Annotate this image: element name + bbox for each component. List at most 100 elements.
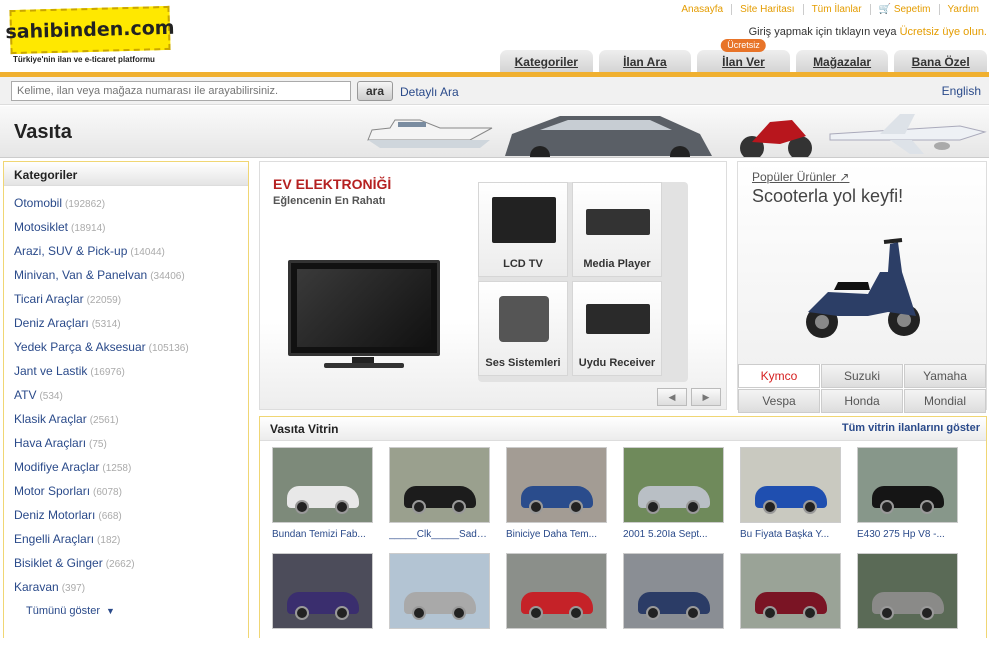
category-item[interactable]: Engelli Araçları (182) bbox=[4, 527, 248, 551]
listing-thumbnail[interactable] bbox=[623, 447, 724, 523]
showcase-item[interactable] bbox=[389, 553, 490, 655]
showcase-all-link[interactable]: Tüm vitrin ilanlarını göster bbox=[842, 422, 980, 434]
listing-thumbnail[interactable] bbox=[506, 447, 607, 523]
category-item[interactable]: Klasik Araçlar (2561) bbox=[4, 407, 248, 431]
category-item[interactable]: Ticari Araçlar (22059) bbox=[4, 287, 248, 311]
category-item[interactable]: Bisiklet & Ginger (2662) bbox=[4, 551, 248, 575]
link-sitemap[interactable]: Site Haritası bbox=[731, 4, 802, 15]
external-link-icon: ↗ bbox=[839, 170, 850, 184]
category-item[interactable]: Motor Sporları (6078) bbox=[4, 479, 248, 503]
listing-thumbnail[interactable] bbox=[740, 447, 841, 523]
listing-thumbnail[interactable] bbox=[389, 553, 490, 629]
category-label: Modifiye Araçlar bbox=[14, 460, 100, 474]
tab-categories[interactable]: Kategoriler bbox=[500, 50, 593, 72]
wheel bbox=[412, 606, 426, 620]
showcase-item[interactable]: Bu Fiyata Başka Y... bbox=[740, 447, 841, 549]
category-item[interactable]: Motosiklet (18914) bbox=[4, 215, 248, 239]
tab-my-page[interactable]: Bana Özel bbox=[894, 50, 987, 72]
link-all-listings[interactable]: Tüm İlanlar bbox=[802, 4, 870, 15]
listing-caption[interactable] bbox=[740, 635, 841, 655]
brand-kymco[interactable]: Kymco bbox=[738, 364, 820, 388]
prev-arrow-icon[interactable]: ◀ bbox=[657, 388, 687, 406]
showcase-item[interactable] bbox=[857, 553, 958, 655]
tab-search-listing[interactable]: İlan Ara bbox=[598, 50, 692, 72]
cell-lcd-tv[interactable]: LCD TV bbox=[478, 182, 568, 277]
category-item[interactable]: Karavan (397) bbox=[4, 575, 248, 599]
category-item[interactable]: Otomobil (192862) bbox=[4, 191, 248, 215]
wheel bbox=[646, 500, 660, 514]
showcase-item[interactable] bbox=[506, 553, 607, 655]
wheel bbox=[295, 606, 309, 620]
login-link[interactable]: Giriş yapmak için tıklayın veya bbox=[749, 26, 897, 38]
listing-caption[interactable]: Bu Fiyata Başka Y... bbox=[740, 529, 841, 549]
promo-carousel[interactable]: EV ELEKTRONİĞİ Eğlencenin En Rahatı LCD … bbox=[259, 161, 727, 410]
search-button[interactable]: ara bbox=[357, 81, 393, 101]
listing-caption[interactable]: _____Clk_____Sade... bbox=[389, 529, 490, 549]
brand-mondial[interactable]: Mondial bbox=[904, 389, 986, 413]
link-home[interactable]: Anasayfa bbox=[673, 4, 731, 15]
listing-caption[interactable]: Bundan Temizi Fab... bbox=[272, 529, 373, 549]
listing-caption[interactable]: Biniciye Daha Tem... bbox=[506, 529, 607, 549]
showcase-item[interactable]: 2001 5.20İa Sept... bbox=[623, 447, 724, 549]
showcase-item[interactable]: _____Clk_____Sade... bbox=[389, 447, 490, 549]
promo-title: EV ELEKTRONİĞİ bbox=[273, 176, 392, 192]
listing-caption[interactable] bbox=[272, 635, 373, 655]
category-count: (668) bbox=[98, 511, 122, 522]
category-item[interactable]: Arazi, SUV & Pick-up (14044) bbox=[4, 239, 248, 263]
cell-satellite-receiver[interactable]: Uydu Receiver bbox=[572, 281, 662, 376]
showcase-item[interactable] bbox=[623, 553, 724, 655]
language-link[interactable]: English bbox=[942, 84, 981, 98]
register-link[interactable]: Ücretsiz üye olun. bbox=[900, 26, 987, 38]
brand-suzuki[interactable]: Suzuki bbox=[821, 364, 903, 388]
category-label: Hava Araçları bbox=[14, 436, 87, 450]
listing-caption[interactable]: E430 275 Hp V8 -... bbox=[857, 529, 958, 549]
categories-panel: Kategoriler Otomobil (192862) Motosiklet (1… bbox=[3, 161, 249, 638]
wheel bbox=[920, 500, 934, 514]
scooter-image[interactable] bbox=[798, 232, 928, 342]
category-item[interactable]: Jant ve Lastik (16976) bbox=[4, 359, 248, 383]
brand-yamaha[interactable]: Yamaha bbox=[904, 364, 986, 388]
listing-thumbnail[interactable] bbox=[506, 553, 607, 629]
tab-stores[interactable]: Mağazalar bbox=[795, 50, 889, 72]
showcase-item[interactable] bbox=[740, 553, 841, 655]
tab-post-listing[interactable]: Ücretsiz İlan Ver bbox=[697, 39, 790, 72]
wheel bbox=[452, 500, 466, 514]
listing-thumbnail[interactable] bbox=[740, 553, 841, 629]
wheel bbox=[646, 606, 660, 620]
site-logo[interactable]: sahibinden.com bbox=[5, 5, 175, 55]
listing-caption[interactable] bbox=[506, 635, 607, 655]
search-input[interactable] bbox=[11, 81, 351, 101]
category-item[interactable]: ATV (534) bbox=[4, 383, 248, 407]
category-item[interactable]: Modifiye Araçlar (1258) bbox=[4, 455, 248, 479]
listing-thumbnail[interactable] bbox=[857, 447, 958, 523]
showcase-item[interactable]: Biniciye Daha Tem... bbox=[506, 447, 607, 549]
cell-sound-system[interactable]: Ses Sistemleri bbox=[478, 281, 568, 376]
brand-vespa[interactable]: Vespa bbox=[738, 389, 820, 413]
link-help[interactable]: Yardım bbox=[938, 4, 988, 15]
category-item[interactable]: Hava Araçları (75) bbox=[4, 431, 248, 455]
category-item[interactable]: Minivan, Van & Panelvan (34406) bbox=[4, 263, 248, 287]
showcase-item[interactable]: Bundan Temizi Fab... bbox=[272, 447, 373, 549]
advanced-search-link[interactable]: Detaylı Ara bbox=[400, 85, 459, 99]
category-label: Ticari Araçlar bbox=[14, 292, 84, 306]
listing-thumbnail[interactable] bbox=[272, 447, 373, 523]
listing-thumbnail[interactable] bbox=[389, 447, 490, 523]
listing-caption[interactable] bbox=[389, 635, 490, 655]
listing-caption[interactable]: 2001 5.20İa Sept... bbox=[623, 529, 724, 549]
listing-caption[interactable] bbox=[857, 635, 958, 655]
category-item[interactable]: Deniz Motorları (668) bbox=[4, 503, 248, 527]
link-cart[interactable]: 🛒 Sepetim bbox=[869, 4, 939, 15]
listing-caption[interactable] bbox=[623, 635, 724, 655]
listing-thumbnail[interactable] bbox=[857, 553, 958, 629]
brand-honda[interactable]: Honda bbox=[821, 389, 903, 413]
listing-thumbnail[interactable] bbox=[272, 553, 373, 629]
showcase-item[interactable]: E430 275 Hp V8 -... bbox=[857, 447, 958, 549]
listing-thumbnail[interactable] bbox=[623, 553, 724, 629]
show-all-link[interactable]: Tümünü göster ▼ bbox=[4, 605, 248, 617]
popular-products-link[interactable]: Popüler Ürünler ↗ bbox=[752, 170, 849, 184]
next-arrow-icon[interactable]: ▶ bbox=[691, 388, 721, 406]
cell-media-player[interactable]: Media Player bbox=[572, 182, 662, 277]
category-item[interactable]: Deniz Araçları (5314) bbox=[4, 311, 248, 335]
category-item[interactable]: Yedek Parça & Aksesuar (105136) bbox=[4, 335, 248, 359]
showcase-item[interactable] bbox=[272, 553, 373, 655]
